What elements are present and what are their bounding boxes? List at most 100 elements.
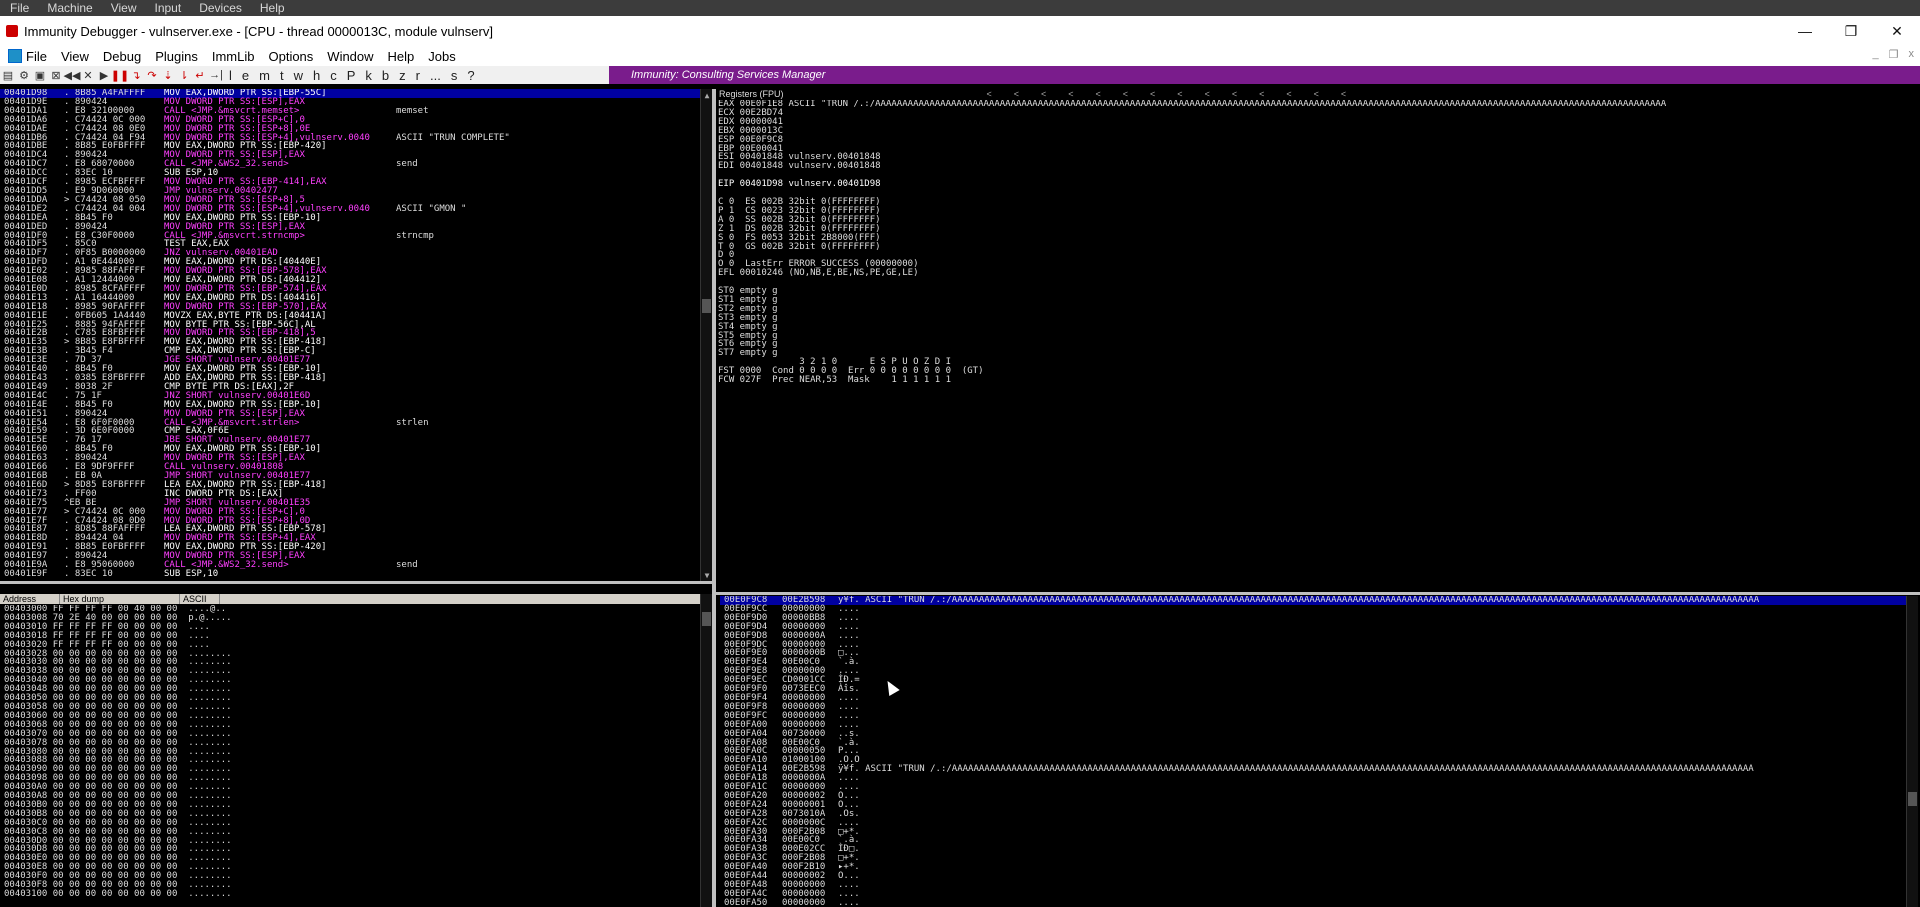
stack-row[interactable]: 00E0F9CC 00000000....: [720, 604, 1906, 614]
stack-row[interactable]: 00E0F9EC CD0001CC ÌÐ.=: [720, 676, 1906, 685]
stack-row[interactable]: 00E0F9D8 0000000A....: [720, 631, 1906, 641]
stack-row[interactable]: 00E0FA40 000F2B10 ▸+*.: [720, 863, 1906, 872]
toolbar-letter-button[interactable]: ...: [430, 68, 441, 83]
open-icon[interactable]: ▤: [2, 69, 14, 82]
register-line[interactable]: EDI 00401848 vulnserv.00401848: [718, 162, 1920, 171]
register-line[interactable]: Z 1 DS 002B 32bit 0(FFFFFFFF): [718, 224, 1920, 234]
dump-pane[interactable]: 00403000 FF FF FF FF 00 40 00 00 ....@..…: [0, 605, 700, 907]
disasm-row[interactable]: 00401E66. E8 9DF9FFFF CALL vulnserv.00401…: [0, 463, 700, 472]
register-line[interactable]: EDX 00000041: [718, 117, 1920, 127]
stack-row[interactable]: 00E0F9E4 00E00C0 `.à.: [720, 658, 1906, 667]
disasm-row[interactable]: 00401DF0. E8 C30F0000 CALL <JMP.&msvcrt.s…: [0, 231, 700, 241]
menu-item-immlib[interactable]: ImmLib: [212, 49, 255, 64]
register-line[interactable]: [718, 278, 1920, 287]
register-line[interactable]: ST1 empty g: [718, 295, 1920, 305]
stack-row[interactable]: 00E0FA00 00000000....: [720, 720, 1906, 730]
stack-row[interactable]: 00E0FA04 00730000 ..s.: [720, 729, 1906, 739]
mdi-minimize-icon[interactable]: _: [1873, 48, 1879, 61]
stack-row[interactable]: 00E0FA14 00E2B598 ÿ¥f. ASCII "TRUN /.:/AAA…: [720, 765, 1906, 774]
stack-row[interactable]: 00E0F9D0 00000BB8....: [720, 613, 1906, 623]
register-line[interactable]: EIP 00401D98 vulnserv.00401D98: [718, 180, 1920, 189]
disasm-row[interactable]: 00401E6D > 8D85 E8FBFFFF LEA EAX,DWORD PTR…: [0, 480, 700, 490]
toolbar-letter-button[interactable]: ?: [467, 68, 474, 83]
stack-row[interactable]: 00E0F9F8 00000000....: [720, 702, 1906, 712]
toolbar-letter-button[interactable]: e: [242, 68, 249, 83]
menu-item-options[interactable]: Options: [268, 49, 313, 64]
toolbar-letter-button[interactable]: k: [365, 68, 372, 83]
menu-item-help[interactable]: Help: [388, 49, 415, 64]
toolbar-letter-button[interactable]: P: [347, 68, 356, 83]
rewind-icon[interactable]: ◀◀: [64, 69, 81, 82]
stack-row[interactable]: 00E0F9D4 00000000....: [720, 622, 1906, 632]
stack-row[interactable]: 00E0FA38 000E02CC ÌÐ□.: [720, 845, 1906, 854]
menu-item-window[interactable]: Window: [327, 49, 373, 64]
stack-row[interactable]: 00E0FA34 00E00C0 `.à.: [720, 836, 1906, 845]
register-line[interactable]: ST6 empty g: [718, 340, 1920, 349]
stack-pane[interactable]: 00E0F9C8 00E2B598 ÿ¥f. ASCII "TRUN /.:/AAA…: [720, 596, 1906, 907]
disasm-row[interactable]: 00401E73. FF00 INC DWORD PTR DS:[EAX]: [0, 489, 700, 499]
stack-row[interactable]: 00E0F9E8 00000000....: [720, 667, 1906, 676]
register-line[interactable]: ST2 empty g: [718, 304, 1920, 314]
register-line[interactable]: ST4 empty g: [718, 322, 1920, 332]
stack-row[interactable]: 00E0FA28 0073010A .Os.: [720, 809, 1906, 819]
dump-column-header[interactable]: ASCII: [180, 594, 220, 604]
toolbar-letter-button[interactable]: w: [294, 68, 303, 83]
pause-icon[interactable]: ❚❚: [111, 69, 129, 82]
disassembly-scrollbar[interactable]: ▲ ▼: [700, 89, 712, 581]
register-line[interactable]: EBP 00E00041: [718, 144, 1920, 154]
stack-row[interactable]: 00E0F9F4 00000000....: [720, 694, 1906, 703]
host-menu-item[interactable]: File: [10, 1, 29, 15]
stack-row[interactable]: 00E0FA2C 0000000C....: [720, 818, 1906, 828]
toolbar-letter-button[interactable]: c: [330, 68, 337, 83]
stack-row[interactable]: 00E0FA50 00000000....: [720, 898, 1906, 907]
disassembly-pane[interactable]: 00401D98. 8B85 A4FAFFFF MOV EAX,DWORD PTR…: [0, 89, 700, 581]
stack-row[interactable]: 00E0F9FC 00000000....: [720, 711, 1906, 721]
step-into-icon[interactable]: ↴: [130, 69, 142, 82]
cpu-window-icon[interactable]: [8, 49, 22, 63]
minimize-button[interactable]: —: [1782, 16, 1828, 46]
stack-row[interactable]: 00E0FA44 00000002 O...: [720, 872, 1906, 881]
stack-row[interactable]: 00E0FA0C 00000050 P...: [720, 747, 1906, 756]
toolbar-letter-button[interactable]: b: [382, 68, 389, 83]
toolbar-letter-button[interactable]: z: [399, 68, 406, 83]
dump-scrollbar[interactable]: [700, 594, 712, 907]
register-line[interactable]: ESP 00E0F9C8: [718, 135, 1920, 145]
execute-till-return-icon[interactable]: ↵: [194, 69, 206, 82]
mdi-restore-icon[interactable]: ❐: [1889, 48, 1899, 61]
host-menu-item[interactable]: Help: [260, 1, 285, 15]
menu-item-view[interactable]: View: [61, 49, 89, 64]
dump-column-header[interactable]: Hex dump: [60, 594, 180, 604]
stack-row[interactable]: 00E0FA08 00E00C0 `.à.: [720, 738, 1906, 748]
register-line[interactable]: [718, 189, 1920, 198]
register-line[interactable]: ECX 00E2BD74: [718, 108, 1920, 118]
register-line[interactable]: FCW 027F Prec NEAR,53 Mask 1 1 1 1 1 1: [718, 376, 1920, 385]
stack-row[interactable]: 00E0F9C8 00E2B598 ÿ¥f. ASCII "TRUN /.:/AAA…: [720, 596, 1906, 605]
stack-row[interactable]: 00E0F9E0 0000000B □...: [720, 649, 1906, 658]
register-line[interactable]: ST0 empty g: [718, 287, 1920, 296]
stack-row[interactable]: 00E0F9DC 00000000....: [720, 640, 1906, 650]
stack-scrollbar[interactable]: [1906, 596, 1918, 907]
stack-row[interactable]: 00E0FA24 00000001 O...: [720, 800, 1906, 810]
host-menu-item[interactable]: Devices: [199, 1, 242, 15]
register-line[interactable]: EBX 0000013C: [718, 126, 1920, 136]
disasm-row[interactable]: 00401E9F . 83EC 10 SUB ESP,10: [0, 569, 700, 579]
stack-row[interactable]: 00E0FA3C 000F2B08 □+*.: [720, 854, 1906, 863]
restart-icon[interactable]: ⊠: [50, 69, 62, 82]
run-icon[interactable]: ▶: [98, 69, 110, 82]
register-line[interactable]: C 0 ES 002B 32bit 0(FFFFFFFF): [718, 198, 1920, 207]
trace-into-icon[interactable]: ⇣: [162, 69, 174, 82]
toolbar-letter-button[interactable]: s: [451, 68, 458, 83]
maximize-button[interactable]: ❐: [1828, 16, 1874, 46]
register-line[interactable]: EFL 00010246 (NO,NB,E,BE,NS,PE,GE,LE): [718, 269, 1920, 278]
disasm-row[interactable]: 00401E49. 8038 2F CMP BYTE PTR DS:[EAX],2…: [0, 382, 700, 392]
stack-row[interactable]: 00E0FA18 0000000A....: [720, 774, 1906, 783]
toolbar-letter-button[interactable]: h: [313, 68, 320, 83]
stack-row[interactable]: 00E0FA4C 00000000....: [720, 889, 1906, 899]
register-line[interactable]: EAX 00E0F1E8 ASCII "TRUN /.:/AAAAAAAAAAA…: [718, 100, 1920, 109]
dump-column-header[interactable]: Address: [0, 594, 60, 604]
toolbar-letter-button[interactable]: l: [229, 68, 232, 83]
menu-item-jobs[interactable]: Jobs: [428, 49, 455, 64]
registers-pane[interactable]: EAX 00E0F1E8 ASCII "TRUN /.:/AAAAAAAAAAA…: [718, 100, 1920, 590]
attach-icon[interactable]: ⚙: [18, 69, 30, 82]
disasm-row[interactable]: 00401E3B. 3B45 F4 CMP EAX,DWORD PTR SS:[E…: [0, 347, 700, 356]
